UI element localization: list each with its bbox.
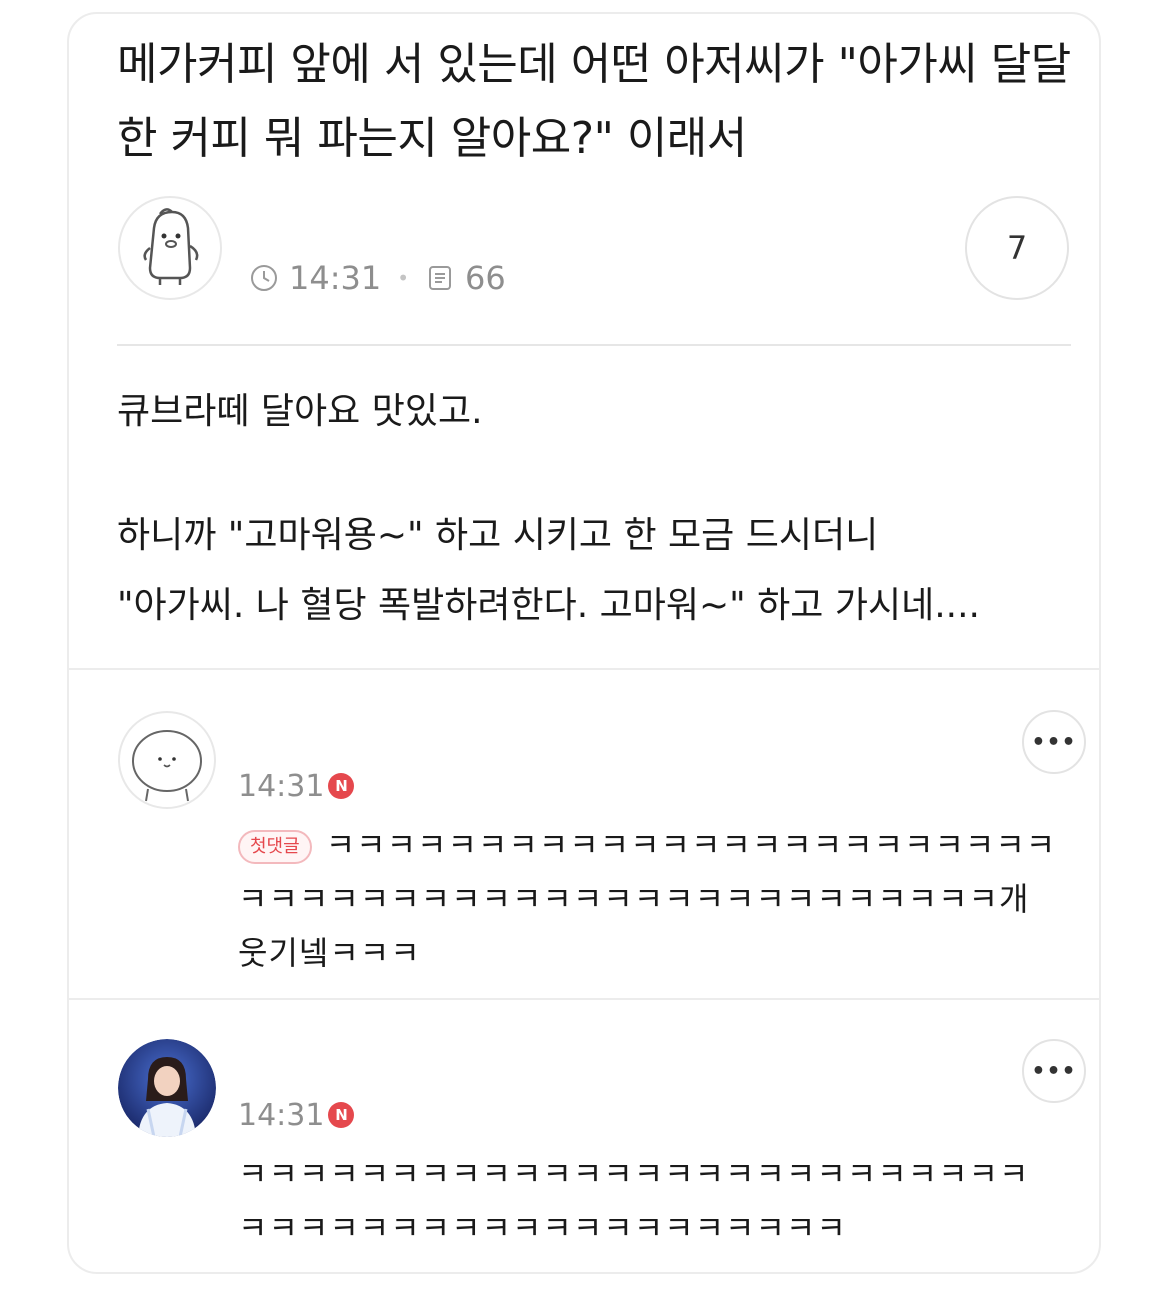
- comment-count-button[interactable]: 7: [965, 196, 1069, 300]
- comment-time-text: 14:31: [238, 768, 325, 804]
- more-options-button[interactable]: •••: [1022, 710, 1086, 774]
- comment-text: 첫댓글 ㅋㅋㅋㅋㅋㅋㅋㅋㅋㅋㅋㅋㅋㅋㅋㅋㅋㅋㅋㅋㅋㅋㅋㅋㅋㅋㅋㅋㅋㅋㅋㅋㅋㅋㅋㅋㅋ…: [238, 818, 1058, 980]
- view-count: 66: [465, 259, 506, 297]
- comment-text: ㅋㅋㅋㅋㅋㅋㅋㅋㅋㅋㅋㅋㅋㅋㅋㅋㅋㅋㅋㅋㅋㅋㅋㅋㅋㅋㅋㅋㅋㅋㅋㅋㅋㅋㅋㅋㅋㅋㅋㅋ…: [238, 1147, 1058, 1255]
- penguin-character-icon: [143, 208, 199, 285]
- title-divider: [117, 344, 1071, 346]
- meta-separator: •: [397, 266, 410, 290]
- first-comment-badge: 첫댓글: [238, 830, 312, 864]
- post-body-line: 하니까 "고마워용~" 하고 시키고 한 모금 드시더니: [117, 515, 879, 556]
- clock-icon: [251, 265, 277, 291]
- comment-divider: [69, 668, 1099, 670]
- comment-avatar[interactable]: [118, 1039, 216, 1137]
- post-time: 14:31: [289, 259, 382, 297]
- comment-body: ㅋㅋㅋㅋㅋㅋㅋㅋㅋㅋㅋㅋㅋㅋㅋㅋㅋㅋㅋㅋㅋㅋㅋㅋㅋㅋㅋㅋㅋㅋㅋㅋㅋㅋㅋㅋㅋㅋㅋㅋ…: [238, 826, 1057, 972]
- photo-avatar-icon: [118, 1039, 216, 1137]
- round-character-icon: [132, 730, 202, 802]
- comment-avatar[interactable]: [118, 711, 216, 809]
- post-meta: 14:31 • 66: [249, 256, 506, 300]
- more-options-button[interactable]: •••: [1022, 1039, 1086, 1103]
- post-title: 메가커피 앞에 서 있는데 어떤 아저씨가 "아가씨 달달한 커피 뭐 파는지 …: [117, 39, 1071, 164]
- post-body: 큐브라떼 달아요 맛있고. 하니까 "고마워용~" 하고 시키고 한 모금 드시…: [117, 372, 1077, 646]
- comment-time: 14:31 N: [238, 766, 355, 806]
- post-body-line: "아가씨. 나 혈당 폭발하려한다. 고마워~" 하고 가시네....: [117, 585, 981, 626]
- new-badge: N: [328, 773, 355, 799]
- comment-time-text: 14:31: [238, 1097, 325, 1133]
- new-badge: N: [328, 1102, 355, 1128]
- author-avatar[interactable]: [118, 196, 222, 300]
- comment-body: ㅋㅋㅋㅋㅋㅋㅋㅋㅋㅋㅋㅋㅋㅋㅋㅋㅋㅋㅋㅋㅋㅋㅋㅋㅋㅋㅋㅋㅋㅋㅋㅋㅋㅋㅋㅋㅋㅋㅋㅋ…: [238, 1155, 1030, 1247]
- post-card: 메가커피 앞에 서 있는데 어떤 아저씨가 "아가씨 달달한 커피 뭐 파는지 …: [67, 12, 1101, 1274]
- document-icon: [429, 266, 452, 290]
- post-body-line: 큐브라떼 달아요 맛있고.: [117, 391, 483, 432]
- comment-divider: [69, 998, 1099, 1000]
- comment-time: 14:31 N: [238, 1095, 355, 1135]
